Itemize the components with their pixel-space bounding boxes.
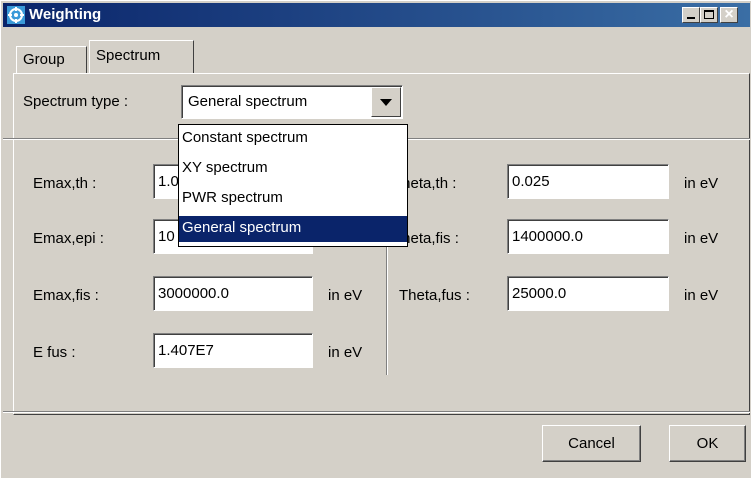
theta-th-unit: in eV [684, 175, 719, 192]
tab-group-label: Group [23, 51, 65, 68]
theta-fis-unit: in eV [684, 230, 719, 247]
option-general-spectrum[interactable]: General spectrum [179, 216, 407, 242]
theta-fis-field[interactable]: 1400000.0 [507, 219, 669, 254]
emax-epi-label: Emax,epi : [33, 230, 104, 247]
close-button[interactable]: × [720, 6, 738, 23]
tab-spectrum[interactable]: Spectrum [89, 40, 194, 73]
spectrum-type-label: Spectrum type : [23, 93, 129, 110]
emax-fis-field[interactable]: 3000000.0 [153, 276, 313, 311]
dropdown-button[interactable] [371, 87, 401, 117]
maximize-button[interactable] [700, 7, 718, 23]
minimize-button[interactable] [682, 7, 700, 23]
chevron-down-icon [380, 99, 392, 106]
emax-fis-unit: in eV [328, 287, 363, 304]
theta-fus-field[interactable]: 25000.0 [507, 276, 669, 311]
minimize-icon [687, 17, 695, 19]
theta-fus-label: Theta,fus : [399, 287, 470, 304]
title-bar[interactable]: Weighting × [3, 3, 750, 27]
emax-th-label: Emax,th : [33, 175, 97, 192]
e-fus-unit: in eV [328, 344, 363, 361]
ok-button[interactable]: OK [669, 425, 746, 462]
option-xy-spectrum[interactable]: XY spectrum [179, 156, 407, 182]
option-constant-spectrum[interactable]: Constant spectrum [179, 126, 407, 152]
tab-spectrum-label: Spectrum [96, 47, 161, 64]
theta-fus-unit: in eV [684, 287, 719, 304]
tab-group[interactable]: Group [16, 46, 87, 73]
e-fus-field[interactable]: 1.407E7 [153, 333, 313, 368]
e-fus-label: E fus : [33, 344, 76, 361]
emax-fis-label: Emax,fis : [33, 287, 99, 304]
window-title: Weighting [29, 6, 102, 23]
app-icon [7, 6, 25, 24]
spectrum-type-dropdown-list: Constant spectrum XY spectrum PWR spectr… [178, 124, 408, 247]
close-icon: × [724, 6, 734, 23]
cancel-button[interactable]: Cancel [542, 425, 641, 462]
spectrum-type-select[interactable]: General spectrum [181, 85, 403, 119]
maximize-icon [704, 10, 714, 19]
option-pwr-spectrum[interactable]: PWR spectrum [179, 186, 407, 212]
theta-th-field[interactable]: 0.025 [507, 164, 669, 199]
button-bar-divider [3, 411, 750, 413]
weighting-window: Weighting × Group Spectrum Spectrum type… [0, 0, 751, 478]
spectrum-type-value: General spectrum [188, 93, 308, 110]
